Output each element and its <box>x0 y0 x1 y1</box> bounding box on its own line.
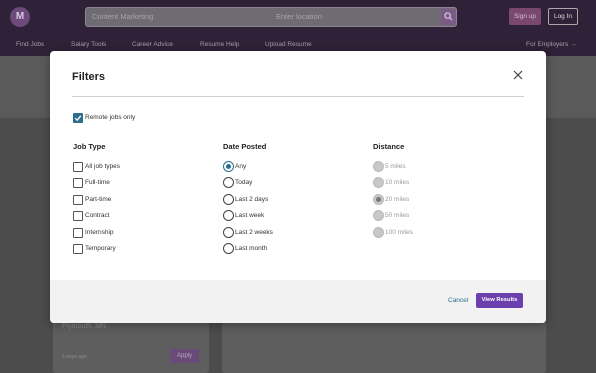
job-type-heading: Job Type <box>73 142 106 151</box>
option-label: Last 2 weeks <box>235 229 273 236</box>
option-label: 10 miles <box>385 179 410 186</box>
divider <box>72 96 524 97</box>
radio[interactable] <box>223 227 234 238</box>
view-results-button[interactable]: View Results <box>476 293 523 308</box>
job-card-age: 5 days ago <box>62 354 87 360</box>
close-icon[interactable] <box>512 69 524 81</box>
checkmark-icon <box>74 115 82 122</box>
option-label: 5 miles <box>385 163 406 170</box>
radio-disabled <box>373 227 384 238</box>
log-in-button[interactable]: Log In <box>548 8 578 25</box>
search-icon <box>444 12 453 21</box>
option-label: 50 miles <box>385 212 410 219</box>
job-card-location: Plymouth, MN <box>62 323 106 330</box>
search-keyword-input[interactable]: Content Marketing <box>92 12 153 21</box>
apply-button[interactable]: Apply <box>170 349 199 363</box>
checkbox[interactable] <box>73 211 83 221</box>
search-location-input[interactable]: Enter location <box>276 12 322 21</box>
nav-upload-resume[interactable]: Upload Resume <box>265 41 312 48</box>
sign-up-button[interactable]: Sign up <box>509 8 541 25</box>
radio-disabled <box>373 177 384 188</box>
logo[interactable]: M <box>10 7 30 27</box>
top-bar: M Content Marketing Enter location Sign … <box>0 0 596 34</box>
radio[interactable] <box>223 243 234 254</box>
filters-modal: Filters Remote jobs only Job Type All jo… <box>50 51 546 323</box>
search-button[interactable] <box>441 9 456 25</box>
option-label: Last month <box>235 245 268 252</box>
nav-find-jobs[interactable]: Find Jobs <box>16 41 44 48</box>
option-label: All job types <box>85 163 121 170</box>
job-card[interactable]: Plymouth, MN 5 days ago Apply <box>53 318 209 373</box>
checkbox[interactable] <box>73 228 83 238</box>
modal-footer: Cancel View Results <box>50 280 546 323</box>
radio[interactable] <box>223 194 234 205</box>
option-label: 20 miles <box>385 196 410 203</box>
option-label: Last 2 days <box>235 196 269 203</box>
option-label: Temporary <box>85 245 116 252</box>
radio-disabled <box>373 210 384 221</box>
remote-jobs-label: Remote jobs only <box>85 114 136 121</box>
option-label: Today <box>235 179 253 186</box>
cancel-button[interactable]: Cancel <box>448 297 468 304</box>
checkbox-checked[interactable] <box>73 113 83 123</box>
checkbox[interactable] <box>73 195 83 205</box>
radio[interactable] <box>223 177 234 188</box>
checkbox[interactable] <box>73 162 83 172</box>
radio-disabled <box>373 161 384 172</box>
nav-salary-tools[interactable]: Salary Tools <box>71 41 106 48</box>
nav-career-advice[interactable]: Career Advice <box>132 41 173 48</box>
option-label: Full-time <box>85 179 110 186</box>
radio-disabled-selected <box>373 194 384 205</box>
option-label: Any <box>235 163 247 170</box>
radio[interactable] <box>223 210 234 221</box>
search-bar[interactable]: Content Marketing Enter location <box>85 7 457 27</box>
radio-selected[interactable] <box>223 161 234 172</box>
nav-for-employers[interactable]: For Employers → <box>526 41 577 48</box>
nav-resume-help[interactable]: Resume Help <box>200 41 239 48</box>
distance-heading: Distance <box>373 142 405 151</box>
checkbox[interactable] <box>73 244 83 254</box>
option-label: Part-time <box>85 196 112 203</box>
option-label: 100 miles <box>385 229 413 236</box>
modal-title: Filters <box>72 71 106 83</box>
checkbox[interactable] <box>73 178 83 188</box>
option-label: Internship <box>85 229 114 236</box>
option-label: Contract <box>85 212 110 219</box>
job-detail-panel <box>222 318 546 373</box>
option-label: Last week <box>235 212 265 219</box>
date-posted-heading: Date Posted <box>223 142 267 151</box>
